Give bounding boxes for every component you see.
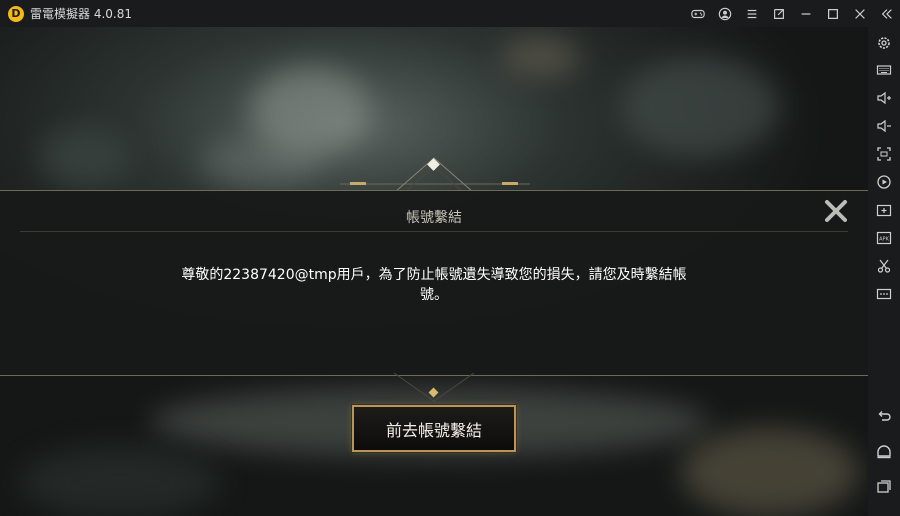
volume-up-icon[interactable] (874, 88, 894, 108)
fullscreen-icon[interactable] (874, 144, 894, 164)
record-icon[interactable] (874, 172, 894, 192)
settings-icon[interactable] (874, 33, 894, 53)
more-icon[interactable] (874, 284, 894, 304)
background-blur (40, 127, 130, 187)
titlebar-controls (684, 0, 900, 27)
background-blur (500, 37, 580, 77)
export-icon[interactable] (765, 0, 792, 27)
home-icon[interactable] (874, 442, 894, 462)
dialog-title: 帳號繫結 (406, 210, 462, 226)
apk-icon[interactable]: APK (874, 228, 894, 248)
close-icon[interactable] (846, 0, 873, 27)
title-divider (20, 231, 848, 232)
bottom-ornament (393, 373, 475, 402)
title-bar: D 雷電模擬器 4.0.81 (0, 0, 900, 27)
app-title: 雷電模擬器 4.0.81 (30, 7, 132, 21)
app-logo-icon: D (8, 5, 24, 22)
recent-apps-icon[interactable] (874, 476, 894, 496)
minimize-icon[interactable] (792, 0, 819, 27)
screenshot-icon[interactable] (874, 200, 894, 220)
menu-icon[interactable] (738, 0, 765, 27)
bind-account-button[interactable]: 前去帳號繫結 (352, 405, 516, 452)
maximize-icon[interactable] (819, 0, 846, 27)
background-blur (20, 447, 220, 516)
back-icon[interactable] (874, 407, 894, 427)
collapse-sidebar-icon[interactable] (873, 0, 900, 27)
svg-text:APK: APK (879, 237, 889, 243)
background-blur (620, 57, 780, 157)
dialog-close-button[interactable] (824, 199, 848, 223)
background-blur (200, 137, 320, 187)
background-blur (680, 427, 860, 516)
emulator-sidebar: APK (868, 27, 900, 516)
keyboard-icon[interactable] (874, 60, 894, 80)
scissors-icon[interactable] (874, 256, 894, 276)
top-ornament (340, 157, 530, 192)
gamepad-icon[interactable] (684, 0, 711, 27)
account-icon[interactable] (711, 0, 738, 27)
dialog-message: 尊敬的22387420@tmp用戶，為了防止帳號遺失導致您的損失，請您及時繫結帳… (181, 267, 687, 303)
volume-down-icon[interactable] (874, 116, 894, 136)
close-x-icon (825, 200, 847, 222)
